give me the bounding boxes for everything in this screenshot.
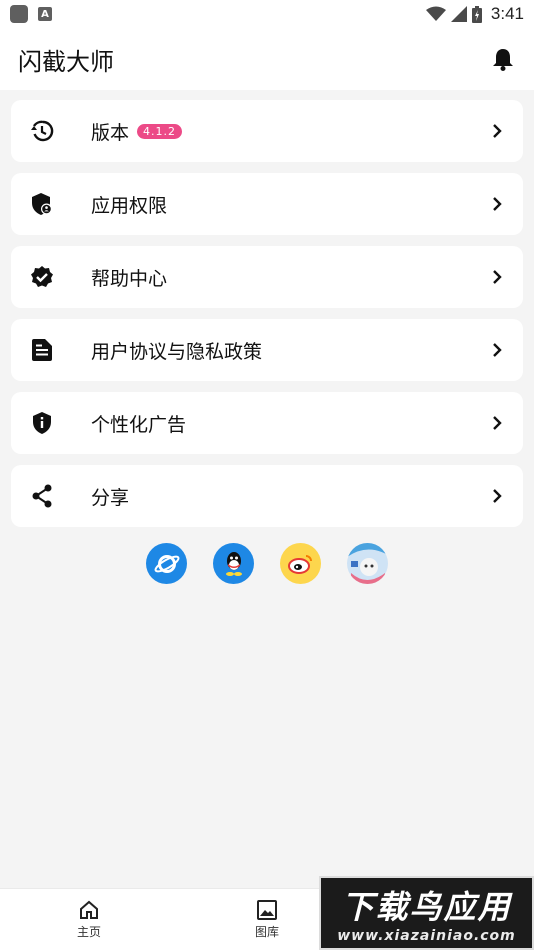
version-badge: 4.1.2 [137,123,183,139]
watermark-logo: 下载鸟应用 www.xiazainiao.com [319,876,534,950]
battery-icon [471,5,482,23]
chevron-right-icon [489,488,505,504]
browser-icon[interactable] [146,543,187,584]
shield-info-icon [29,410,55,436]
menu-item-user-agreement[interactable]: 用户协议与隐私政策 [11,319,523,381]
watermark-main-text: 下载鸟应用 [341,888,512,926]
settings-menu: 版本 4.1.2 应用权限 帮助中心 用户协议与隐私政策 个性化广告 分享 [11,100,523,538]
chevron-right-icon [489,342,505,358]
watermark-url: www.xiazainiao.com [337,928,516,944]
weibo-icon[interactable] [280,543,321,584]
chevron-right-icon [489,196,505,212]
menu-label: 版本 [91,121,130,144]
app-header: 闪截大师 [0,28,534,90]
menu-item-app-permissions[interactable]: 应用权限 [11,173,523,235]
shield-user-icon [29,191,55,217]
status-time: 3:41 [490,4,524,23]
a-notification-icon: A [38,7,52,21]
menu-label: 个性化广告 [91,413,187,436]
notification-app-icon [10,5,28,23]
status-bar: A 3:41 [0,0,534,28]
menu-label: 应用权限 [91,194,168,217]
avatar-icon[interactable] [347,543,388,584]
menu-item-help-center[interactable]: 帮助中心 [11,246,523,308]
verified-badge-icon [29,264,55,290]
qq-icon[interactable] [213,543,254,584]
home-icon [80,900,98,919]
history-icon [29,118,55,144]
menu-label: 帮助中心 [91,267,168,290]
signal-icon [450,6,467,22]
image-icon [257,899,277,920]
menu-label: 分享 [91,486,130,509]
chevron-right-icon [489,415,505,431]
share-icon [29,483,55,509]
bell-icon[interactable] [490,46,516,72]
wifi-icon [425,6,446,21]
share-targets [146,543,388,584]
menu-item-version[interactable]: 版本 4.1.2 [11,100,523,162]
menu-item-personalized-ads[interactable]: 个性化广告 [11,392,523,454]
nav-label-gallery: 图库 [254,924,279,939]
document-icon [29,337,55,363]
app-title: 闪截大师 [18,47,114,76]
menu-item-share[interactable]: 分享 [11,465,523,527]
nav-label-home: 主页 [76,924,101,939]
chevron-right-icon [489,123,505,139]
nav-item-home[interactable]: 主页 [0,889,178,950]
chevron-right-icon [489,269,505,285]
menu-label: 用户协议与隐私政策 [91,340,263,363]
